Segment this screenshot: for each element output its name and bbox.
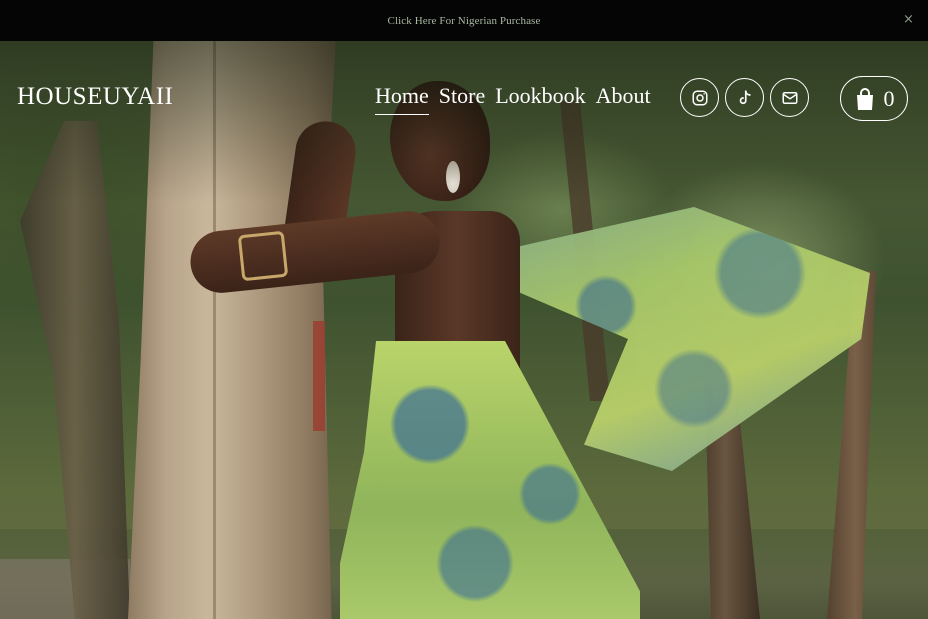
nav-lookbook[interactable]: Lookbook xyxy=(495,83,585,115)
cart-count: 0 xyxy=(883,85,895,111)
nav-home[interactable]: Home xyxy=(375,83,429,115)
close-icon[interactable]: × xyxy=(903,12,914,27)
main-nav: Home Store Lookbook About xyxy=(375,83,651,115)
tiktok-button[interactable] xyxy=(725,78,764,117)
social-links xyxy=(680,78,809,117)
email-icon xyxy=(782,91,797,104)
instagram-icon xyxy=(692,90,707,105)
site-header: HOUSEUYAII Home Store Lookbook About 0 xyxy=(0,41,928,157)
tiktok-icon xyxy=(739,89,751,104)
instagram-button[interactable] xyxy=(680,78,719,117)
nav-about[interactable]: About xyxy=(596,83,651,115)
shopping-bag-icon xyxy=(856,87,873,110)
email-button[interactable] xyxy=(770,78,809,117)
cart-button[interactable]: 0 xyxy=(840,76,908,121)
announcement-bar: Click Here For Nigerian Purchase × xyxy=(0,0,928,41)
nav-store[interactable]: Store xyxy=(439,83,485,115)
announcement-link[interactable]: Click Here For Nigerian Purchase xyxy=(388,15,541,27)
site-logo[interactable]: HOUSEUYAII xyxy=(17,83,173,111)
